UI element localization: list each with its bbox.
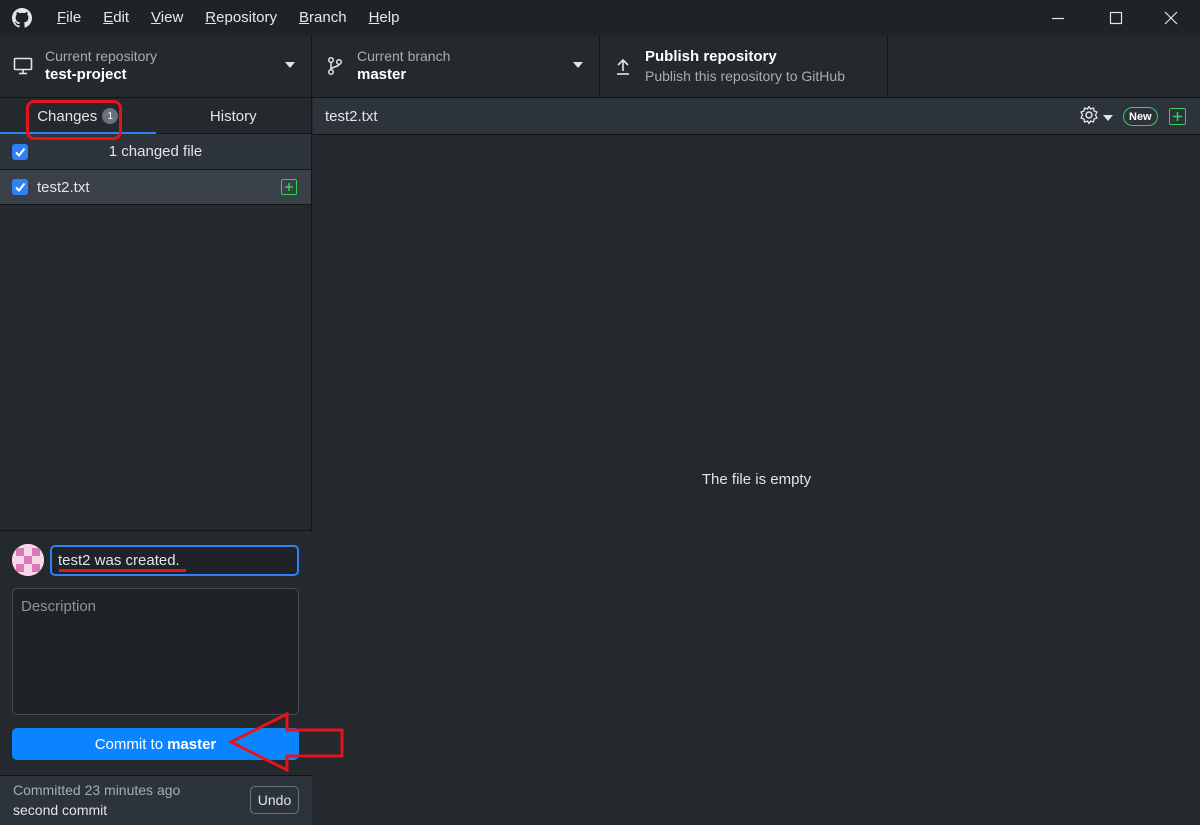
tab-history[interactable]: History	[156, 98, 312, 134]
select-all-checkbox[interactable]	[12, 143, 28, 160]
commit-description-field[interactable]: Description	[12, 588, 299, 715]
undo-button[interactable]: Undo	[250, 786, 299, 814]
file-added-icon	[281, 179, 297, 195]
desktop-icon	[0, 57, 45, 75]
menu-view[interactable]: View	[140, 0, 194, 35]
publish-repository-description: Publish this repository to GitHub	[645, 68, 845, 84]
last-commit-panel: Committed 23 minutes ago second commit U…	[0, 775, 312, 825]
last-commit-message: second commit	[13, 802, 108, 818]
title-bar: File Edit View Repository Branch Help	[0, 0, 1200, 35]
maximize-icon[interactable]	[1087, 0, 1145, 35]
branch-name: master	[357, 66, 407, 83]
diff-settings-button[interactable]	[1079, 105, 1113, 130]
menu-repository[interactable]: Repository	[194, 0, 288, 35]
commit-button-branch: master	[167, 735, 217, 753]
annotation-arrow	[228, 712, 344, 772]
changed-files-count: 1 changed file	[108, 143, 203, 160]
current-branch-label: Current branch	[357, 48, 451, 64]
changed-file-name: test2.txt	[37, 178, 90, 196]
chevron-down-icon	[285, 62, 295, 68]
current-repository-button[interactable]: Current repository test-project	[0, 35, 312, 97]
github-logo-icon	[0, 0, 44, 35]
publish-repository-title: Publish repository	[645, 48, 777, 65]
publish-repository-button[interactable]: Publish repository Publish this reposito…	[600, 35, 888, 97]
menu-help[interactable]: Help	[358, 0, 411, 35]
file-added-icon	[1169, 108, 1186, 125]
git-branch-icon	[312, 56, 357, 76]
chevron-down-icon	[573, 62, 583, 68]
chevron-down-icon	[1103, 114, 1113, 121]
current-branch-button[interactable]: Current branch master	[312, 35, 600, 97]
changed-file-row[interactable]: test2.txt	[0, 170, 311, 205]
avatar	[12, 544, 44, 576]
diff-header: test2.txt New	[313, 98, 1200, 135]
menu-edit[interactable]: Edit	[92, 0, 140, 35]
toolbar: Current repository test-project Current …	[0, 35, 1200, 98]
diff-file-name: test2.txt	[325, 107, 378, 125]
changes-tab-highlight	[26, 100, 122, 140]
commit-button-label: Commit to	[94, 735, 164, 753]
menu-branch[interactable]: Branch	[288, 0, 358, 35]
new-file-badge: New	[1123, 107, 1158, 126]
summary-annotation-underline	[59, 569, 186, 572]
diff-view: The file is empty	[313, 135, 1200, 825]
upload-icon	[600, 56, 645, 76]
tab-history-label: History	[209, 107, 257, 125]
file-checkbox[interactable]	[12, 179, 28, 195]
empty-file-message: The file is empty	[701, 471, 812, 488]
close-icon[interactable]	[1142, 0, 1200, 35]
repository-name: test-project	[45, 66, 127, 83]
current-repository-label: Current repository	[45, 48, 158, 64]
minimize-icon[interactable]	[1029, 0, 1087, 35]
menu-bar: File Edit View Repository Branch Help	[44, 0, 410, 35]
last-commit-time: Committed 23 minutes ago	[13, 782, 181, 798]
menu-file[interactable]: File	[44, 0, 92, 35]
gear-icon	[1079, 105, 1099, 130]
